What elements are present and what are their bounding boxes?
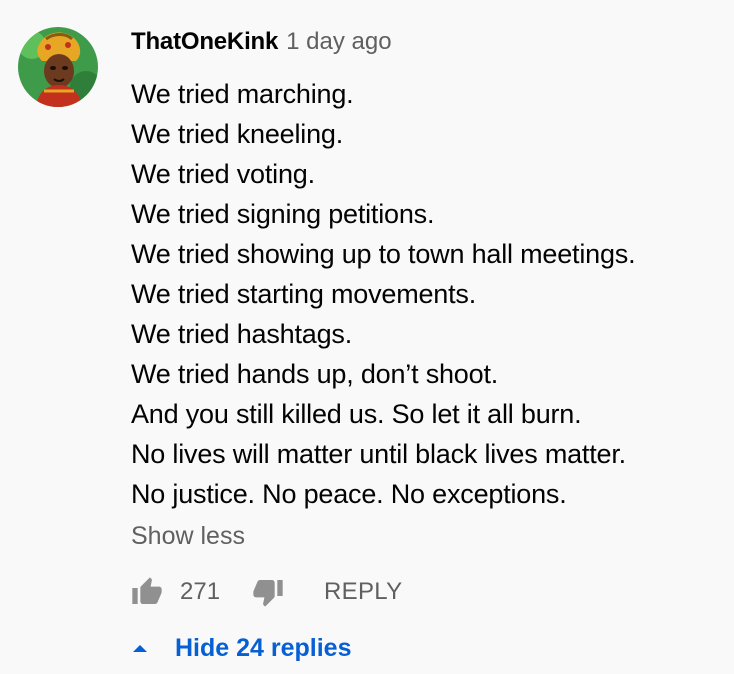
comment-line: No justice. No peace. No exceptions.	[131, 479, 567, 509]
comment-text: We tried marching. We tried kneeling. We…	[131, 74, 724, 514]
dislike-button[interactable]	[252, 576, 284, 608]
like-count: 271	[180, 578, 221, 605]
comment-line: We tried starting movements.	[131, 279, 477, 309]
comment-line: We tried marching.	[131, 79, 354, 109]
comment-line: No lives will matter until black lives m…	[131, 439, 626, 469]
author-name[interactable]: ThatOneKink	[131, 28, 278, 56]
hide-replies-button[interactable]: Hide 24 replies	[131, 628, 351, 668]
caret-up-icon	[131, 642, 149, 654]
comment-line: We tried hands up, don’t shoot.	[131, 359, 499, 389]
comment-actions: 271 REPLY	[131, 572, 402, 612]
reply-button[interactable]: REPLY	[324, 578, 402, 606]
comment-line: We tried voting.	[131, 159, 315, 189]
comment-line: We tried signing petitions.	[131, 199, 435, 229]
hide-replies-label: Hide 24 replies	[175, 633, 352, 662]
thumbs-up-icon	[132, 577, 162, 604]
comment-timestamp[interactable]: 1 day ago	[286, 28, 391, 56]
comment-body: ThatOneKink 1 day ago We tried marching.…	[131, 28, 724, 556]
avatar-image	[18, 27, 98, 107]
comment-thread: ThatOneKink 1 day ago We tried marching.…	[0, 0, 734, 674]
like-button[interactable]	[131, 576, 163, 608]
thumbs-down-icon	[253, 580, 283, 607]
show-less-button[interactable]: Show less	[131, 516, 245, 556]
comment-line: We tried showing up to town hall meeting…	[131, 239, 636, 269]
comment-line: We tried kneeling.	[131, 119, 344, 149]
comment-line: And you still killed us. So let it all b…	[131, 399, 582, 429]
comment-line: We tried hashtags.	[131, 319, 353, 349]
comment-header: ThatOneKink 1 day ago	[131, 28, 724, 62]
avatar[interactable]	[18, 27, 98, 107]
